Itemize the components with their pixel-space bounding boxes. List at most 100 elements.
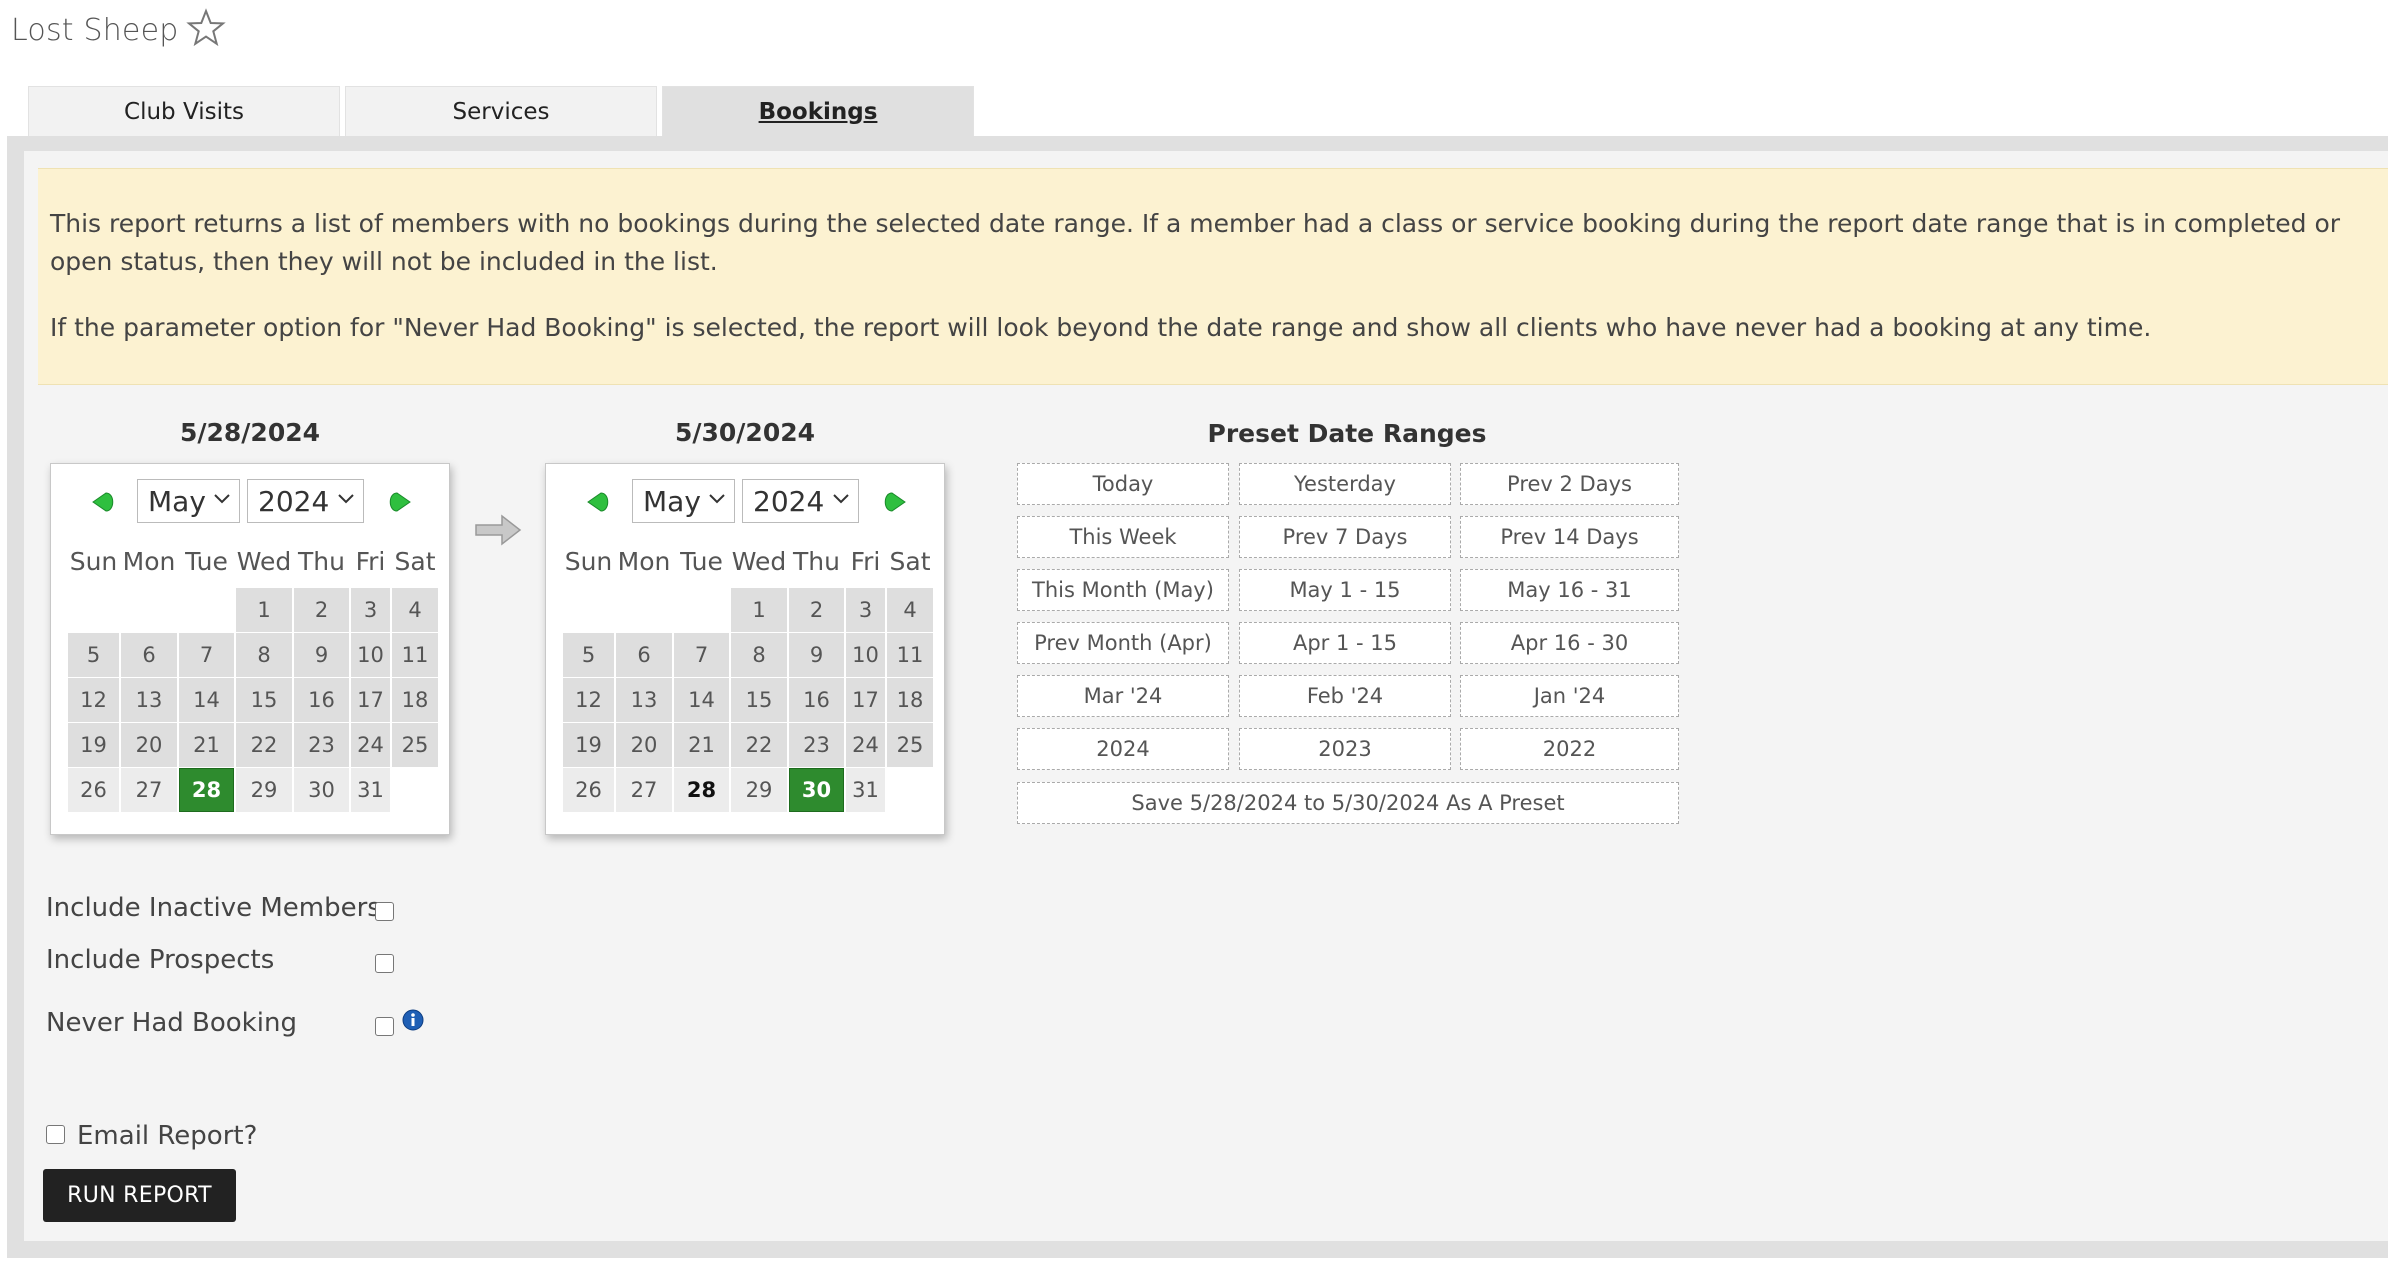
day-cell[interactable]: 14: [179, 678, 234, 722]
day-cell[interactable]: 13: [121, 678, 177, 722]
preset-button[interactable]: May 1 - 15: [1239, 569, 1451, 611]
preset-button[interactable]: 2023: [1239, 728, 1451, 770]
day-cell[interactable]: 9: [789, 633, 844, 677]
year-select[interactable]: 2024: [742, 479, 859, 523]
selected-day-cell[interactable]: 28: [179, 768, 234, 812]
info-icon[interactable]: [402, 1009, 424, 1031]
next-month-icon[interactable]: [386, 489, 412, 515]
day-cell[interactable]: 26: [563, 768, 614, 812]
day-cell[interactable]: 2: [294, 588, 349, 632]
day-cell[interactable]: 8: [731, 633, 787, 677]
day-cell[interactable]: 29: [236, 768, 292, 812]
day-cell[interactable]: 31: [846, 768, 885, 812]
day-cell[interactable]: 12: [563, 678, 614, 722]
day-cell[interactable]: 25: [887, 723, 933, 767]
day-cell[interactable]: 8: [236, 633, 292, 677]
day-cell[interactable]: 18: [887, 678, 933, 722]
year-select[interactable]: 2024: [247, 479, 364, 523]
star-icon[interactable]: [186, 8, 226, 48]
day-cell[interactable]: 19: [563, 723, 614, 767]
day-cell[interactable]: 20: [616, 723, 672, 767]
day-cell[interactable]: 17: [846, 678, 885, 722]
preset-button[interactable]: 2024: [1017, 728, 1229, 770]
day-cell[interactable]: 30: [294, 768, 349, 812]
day-cell[interactable]: 3: [351, 588, 390, 632]
preset-button[interactable]: Prev 2 Days: [1460, 463, 1679, 505]
tab-club-visits[interactable]: Club Visits: [28, 86, 340, 136]
tab-services[interactable]: Services: [345, 86, 657, 136]
month-select[interactable]: May: [137, 479, 240, 523]
preset-button[interactable]: Apr 1 - 15: [1239, 622, 1451, 664]
save-preset-button[interactable]: Save 5/28/2024 to 5/30/2024 As A Preset: [1017, 782, 1679, 824]
day-cell[interactable]: 12: [68, 678, 119, 722]
day-cell[interactable]: 24: [351, 723, 390, 767]
day-cell[interactable]: 15: [236, 678, 292, 722]
day-cell[interactable]: 25: [392, 723, 438, 767]
next-month-icon[interactable]: [881, 489, 907, 515]
day-cell[interactable]: 22: [236, 723, 292, 767]
day-cell[interactable]: 14: [674, 678, 729, 722]
day-cell[interactable]: 24: [846, 723, 885, 767]
email-report-checkbox[interactable]: [46, 1125, 65, 1144]
day-cell[interactable]: 6: [121, 633, 177, 677]
month-select[interactable]: May: [632, 479, 735, 523]
day-cell[interactable]: 29: [731, 768, 787, 812]
day-cell[interactable]: 21: [179, 723, 234, 767]
preset-button[interactable]: Today: [1017, 463, 1229, 505]
preset-button[interactable]: May 16 - 31: [1460, 569, 1679, 611]
day-cell[interactable]: 6: [616, 633, 672, 677]
day-cell[interactable]: 4: [392, 588, 438, 632]
preset-button[interactable]: This Month (May): [1017, 569, 1229, 611]
run-report-button[interactable]: RUN REPORT: [43, 1169, 236, 1222]
preset-button[interactable]: Mar '24: [1017, 675, 1229, 717]
day-cell[interactable]: 1: [731, 588, 787, 632]
preset-button[interactable]: Apr 16 - 30: [1460, 622, 1679, 664]
day-cell[interactable]: 23: [789, 723, 844, 767]
prev-month-icon[interactable]: [586, 489, 612, 515]
selected-day-cell[interactable]: 30: [789, 768, 844, 812]
day-cell[interactable]: 20: [121, 723, 177, 767]
include-inactive-checkbox[interactable]: [375, 902, 394, 921]
day-cell[interactable]: 27: [121, 768, 177, 812]
preset-button[interactable]: Jan '24: [1460, 675, 1679, 717]
preset-button[interactable]: Yesterday: [1239, 463, 1451, 505]
preset-button[interactable]: Prev 14 Days: [1460, 516, 1679, 558]
day-cell[interactable]: 21: [674, 723, 729, 767]
preset-button[interactable]: Prev 7 Days: [1239, 516, 1451, 558]
tab-bookings[interactable]: Bookings: [662, 86, 974, 136]
day-cell[interactable]: 7: [179, 633, 234, 677]
day-cell[interactable]: 3: [846, 588, 885, 632]
day-cell[interactable]: 13: [616, 678, 672, 722]
day-cell[interactable]: 15: [731, 678, 787, 722]
day-cell[interactable]: 28: [674, 768, 729, 812]
day-cell[interactable]: 1: [236, 588, 292, 632]
preset-button[interactable]: 2022: [1460, 728, 1679, 770]
never-had-booking-checkbox[interactable]: [375, 1017, 394, 1036]
day-cell[interactable]: 17: [351, 678, 390, 722]
day-cell[interactable]: 4: [887, 588, 933, 632]
include-prospects-checkbox[interactable]: [375, 954, 394, 973]
day-cell[interactable]: 18: [392, 678, 438, 722]
day-cell[interactable]: 27: [616, 768, 672, 812]
prev-month-icon[interactable]: [91, 489, 117, 515]
day-cell[interactable]: 10: [846, 633, 885, 677]
preset-button[interactable]: Feb '24: [1239, 675, 1451, 717]
day-cell[interactable]: 22: [731, 723, 787, 767]
weekday-label: Tue: [680, 547, 723, 576]
preset-button[interactable]: This Week: [1017, 516, 1229, 558]
day-cell[interactable]: 5: [563, 633, 614, 677]
day-cell[interactable]: 23: [294, 723, 349, 767]
day-cell[interactable]: 2: [789, 588, 844, 632]
day-cell[interactable]: 26: [68, 768, 119, 812]
preset-button[interactable]: Prev Month (Apr): [1017, 622, 1229, 664]
day-cell[interactable]: 10: [351, 633, 390, 677]
day-cell[interactable]: 19: [68, 723, 119, 767]
day-cell[interactable]: 5: [68, 633, 119, 677]
day-cell[interactable]: 31: [351, 768, 390, 812]
day-cell[interactable]: 11: [887, 633, 933, 677]
day-cell[interactable]: 16: [294, 678, 349, 722]
day-cell[interactable]: 7: [674, 633, 729, 677]
day-cell[interactable]: 16: [789, 678, 844, 722]
day-cell[interactable]: 11: [392, 633, 438, 677]
day-cell[interactable]: 9: [294, 633, 349, 677]
